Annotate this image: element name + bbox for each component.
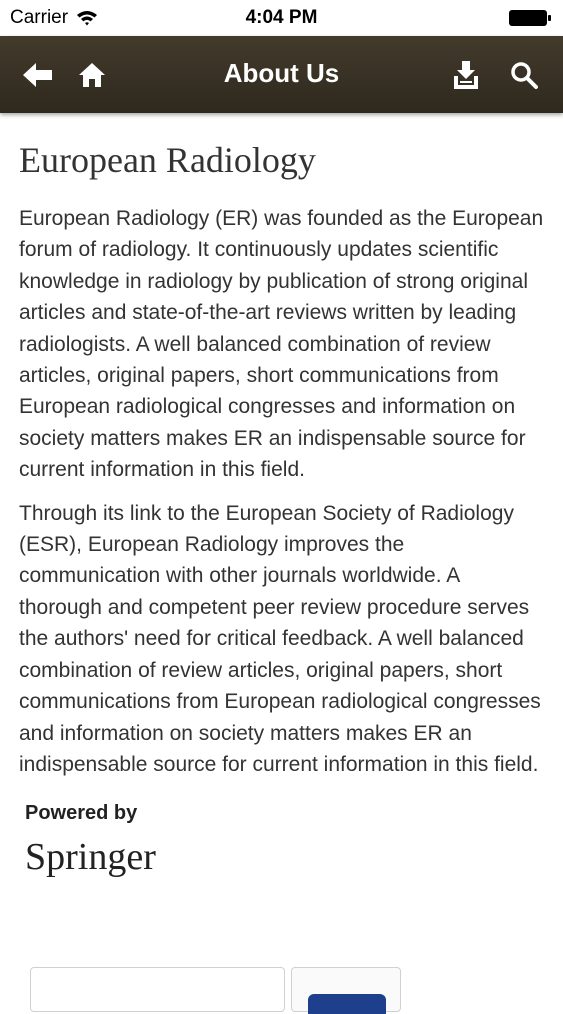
springer-logo[interactable]: Springer xyxy=(25,835,544,879)
download-button[interactable] xyxy=(444,36,488,113)
status-time: 4:04 PM xyxy=(245,7,318,28)
powered-by-label: Powered by xyxy=(25,802,138,825)
back-arrow-icon xyxy=(23,62,52,87)
article-content: European Radiology European Radiology (E… xyxy=(19,138,544,879)
bottom-panel-right[interactable] xyxy=(291,967,401,1014)
article-paragraph-2: Through its link to the European Society… xyxy=(19,501,541,776)
article-title: European Radiology xyxy=(19,140,316,180)
search-button[interactable] xyxy=(500,36,548,113)
home-icon xyxy=(79,62,105,87)
bottom-panel-left[interactable] xyxy=(30,967,285,1012)
download-icon xyxy=(454,60,478,89)
battery-icon xyxy=(509,10,551,26)
bottom-panel-thumbnail xyxy=(308,994,386,1014)
status-bar: Carrier 4:04 PM xyxy=(0,0,563,36)
article-paragraph-1: European Radiology (ER) was founded as t… xyxy=(19,207,544,482)
navigation-bar: About Us xyxy=(0,36,563,113)
home-button[interactable] xyxy=(72,36,112,113)
back-button[interactable] xyxy=(18,36,58,113)
search-icon xyxy=(511,61,538,89)
